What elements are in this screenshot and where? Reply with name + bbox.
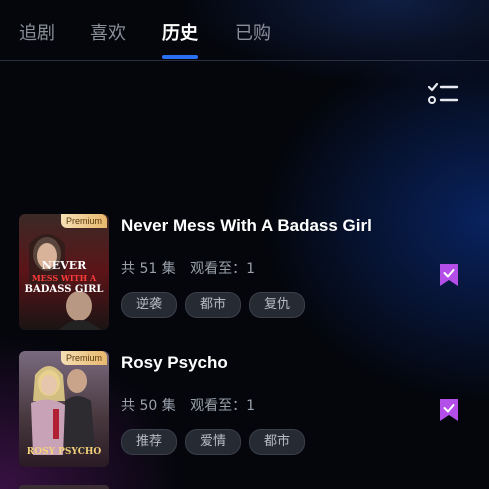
- drama-title[interactable]: Never Mess With A Badass Girl: [121, 216, 372, 236]
- episode-info: 共 51 集 观看至：1: [121, 258, 255, 278]
- episode-count: 共 51 集: [121, 261, 176, 277]
- tab-following[interactable]: 追剧: [19, 19, 55, 45]
- active-tab-indicator: [162, 55, 198, 59]
- genre-tag[interactable]: 爱情: [185, 429, 242, 455]
- premium-badge: Premium: [60, 214, 107, 228]
- bookmark-button[interactable]: [439, 398, 459, 422]
- select-mode-button[interactable]: [426, 82, 460, 108]
- episode-count: 共 50 集: [121, 398, 176, 414]
- watch-progress: 观看至：1: [190, 261, 256, 277]
- drama-cover[interactable]: [19, 485, 109, 489]
- genre-tag[interactable]: 推荐: [121, 429, 178, 455]
- genre-tag[interactable]: 都市: [249, 429, 306, 455]
- drama-cover[interactable]: NEVER MESS WITH A BADASS GIRL Premium: [19, 214, 109, 330]
- history-item[interactable]: ROSY PSYCHO Premium Rosy Psycho 共 50 集 观…: [0, 351, 489, 476]
- cover-text: ROSY PSYCHO: [26, 447, 102, 457]
- bookmark-check-icon: [440, 264, 458, 286]
- genre-tag[interactable]: 逆袭: [121, 292, 178, 318]
- tab-likes[interactable]: 喜欢: [90, 19, 126, 45]
- genre-tag[interactable]: 都市: [185, 292, 242, 318]
- cover-text: BADASS GIRL: [24, 284, 104, 295]
- bookmark-button[interactable]: [439, 263, 459, 287]
- tag-list: 推荐 爱情 都市: [121, 429, 313, 455]
- history-item[interactable]: NEVER MESS WITH A BADASS GIRL Premium Ne…: [0, 214, 489, 339]
- tag-list: 逆袭 都市 复仇: [121, 292, 313, 318]
- premium-badge: Premium: [60, 351, 107, 365]
- tab-bar: 追剧 喜欢 历史 已购: [0, 0, 489, 61]
- genre-tag[interactable]: 复仇: [249, 292, 306, 318]
- cover-text: NEVER: [41, 259, 87, 272]
- drama-cover[interactable]: ROSY PSYCHO Premium: [19, 351, 109, 467]
- episode-info: 共 50 集 观看至：1: [121, 395, 255, 415]
- watch-progress: 观看至：1: [190, 398, 256, 414]
- tab-purchased[interactable]: 已购: [235, 19, 271, 45]
- bookmark-check-icon: [440, 399, 458, 421]
- drama-title[interactable]: Rosy Psycho: [121, 353, 228, 373]
- cover-text: MESS WITH A: [31, 273, 97, 283]
- checklist-icon: [427, 82, 459, 104]
- tab-history[interactable]: 历史: [162, 19, 198, 45]
